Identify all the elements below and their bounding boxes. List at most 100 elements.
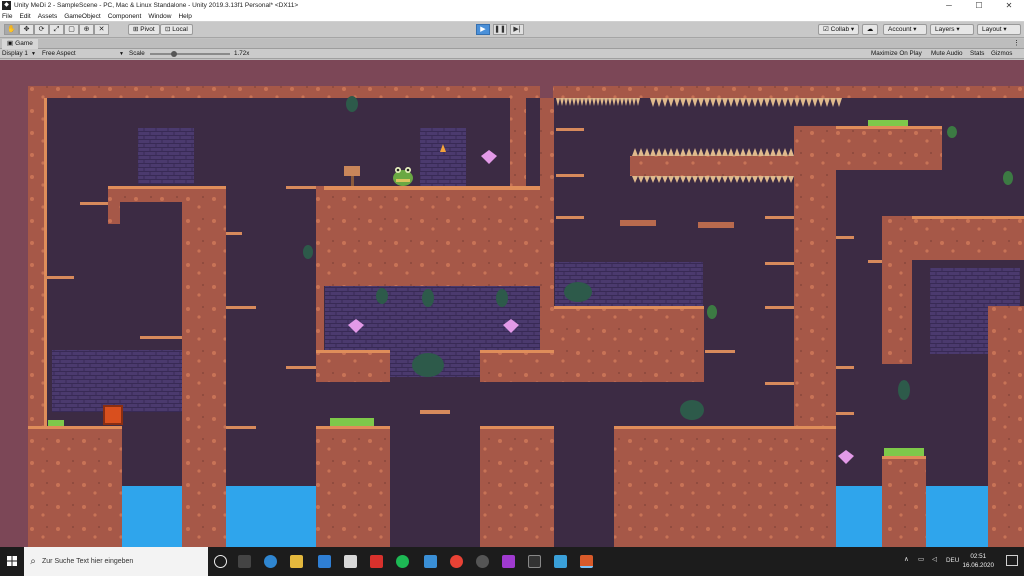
close-icon[interactable]: ✕: [994, 0, 1024, 11]
file-explorer-icon[interactable]: [290, 555, 303, 568]
scale-icon[interactable]: ⤢: [49, 24, 64, 35]
app-icon[interactable]: [554, 555, 567, 568]
app-icon[interactable]: [580, 555, 593, 568]
menu-edit[interactable]: Edit: [19, 13, 30, 20]
spiked-platform: [630, 156, 796, 176]
maximize-on-play-toggle[interactable]: Maximize On Play: [871, 50, 922, 58]
plank-platform: [226, 306, 256, 309]
water-pool: [122, 486, 182, 547]
cloud-icon[interactable]: ☁: [862, 24, 878, 35]
rock-block: [108, 202, 120, 224]
plank-platform: [420, 410, 450, 414]
collab-button[interactable]: ☑ Collab ▾: [818, 24, 860, 35]
rock-edge: [44, 98, 47, 426]
menu-assets[interactable]: Assets: [38, 13, 58, 20]
step-button[interactable]: ▶|: [510, 24, 524, 35]
taskbar-clock[interactable]: 02:51 16.06.2020: [962, 552, 994, 570]
game-view-icon: ▣: [7, 40, 14, 47]
cortana-icon[interactable]: [214, 555, 227, 568]
vine: [346, 96, 358, 112]
game-viewport[interactable]: [0, 60, 1024, 547]
taskbar: ⌕ Zur Suche Text hier eingeben ∧ ▭ ◁ DEU…: [0, 547, 1024, 576]
tab-game[interactable]: ▣ Game: [2, 39, 38, 49]
bush: [412, 353, 444, 377]
maximize-icon[interactable]: ☐: [964, 0, 994, 11]
store-icon[interactable]: [318, 555, 331, 568]
notification-icon[interactable]: [1006, 555, 1018, 566]
windows-start-icon[interactable]: [0, 547, 24, 576]
language-indicator[interactable]: DEU: [946, 557, 959, 576]
wood-platform: [698, 222, 734, 228]
local-label: Local: [172, 26, 188, 33]
ground-block: [614, 426, 836, 547]
task-view-icon[interactable]: [238, 555, 251, 568]
account-label: Account: [888, 26, 912, 33]
rect-icon[interactable]: ▢: [64, 24, 79, 35]
scale-slider-handle[interactable]: [171, 51, 177, 57]
toolbar: ✋ ✥ ⟳ ⤢ ▢ ⊕ ✕ ⊞ Pivot ⊡ Local ▶ ❚❚ ▶| ☑ …: [0, 22, 1024, 38]
mute-audio-toggle[interactable]: Mute Audio: [931, 50, 963, 58]
grass-tuft: [330, 418, 374, 426]
menu-file[interactable]: File: [2, 13, 12, 20]
hand-icon[interactable]: ✋: [4, 24, 19, 35]
custom-tool-icon[interactable]: ✕: [94, 24, 109, 35]
ground-block: [882, 456, 926, 547]
menu-help[interactable]: Help: [178, 13, 191, 20]
rock-edge: [316, 186, 554, 190]
mail-icon[interactable]: [424, 555, 437, 568]
layers-label: Layers: [935, 26, 955, 33]
app-icon[interactable]: [502, 555, 515, 568]
wooden-crate: [103, 405, 123, 425]
clock-date: 16.06.2020: [962, 562, 994, 569]
layers-dropdown[interactable]: Layers ▾: [930, 24, 974, 35]
account-dropdown[interactable]: Account ▾: [883, 24, 927, 35]
layout-dropdown[interactable]: Layout ▾: [977, 24, 1021, 35]
rock-pillar: [182, 202, 226, 547]
rock-ledge: [480, 350, 554, 382]
aspect-dropdown[interactable]: Free Aspect ▼: [42, 50, 126, 58]
rock-column: [540, 98, 554, 378]
grass-tuft: [884, 448, 924, 456]
tab-menu-icon[interactable]: ⋮: [1013, 39, 1020, 49]
move-icon[interactable]: ✥: [19, 24, 34, 35]
grass-tuft: [868, 120, 908, 126]
menu-bar: File Edit Assets GameObject Component Wi…: [0, 11, 1024, 22]
taskbar-search-box[interactable]: ⌕ Zur Suche Text hier eingeben: [24, 547, 208, 576]
chrome-icon[interactable]: [450, 555, 463, 568]
local-button[interactable]: ⊡ Local: [160, 24, 193, 35]
plank-platform: [765, 216, 795, 219]
game-tab-bar: ▣ Game ⋮: [0, 39, 1024, 49]
water-pool: [226, 486, 316, 547]
app-icon[interactable]: [476, 555, 489, 568]
scale-slider[interactable]: [150, 53, 230, 55]
brick-wall: [138, 128, 194, 184]
rotate-icon[interactable]: ⟳: [34, 24, 49, 35]
vine: [422, 289, 434, 307]
rock-ceiling: [553, 86, 1024, 98]
network-icon[interactable]: ▭: [918, 556, 924, 576]
tray-chevron-up-icon[interactable]: ∧: [904, 556, 909, 576]
minimize-icon[interactable]: ─: [934, 0, 964, 11]
stats-toggle[interactable]: Stats: [970, 50, 984, 58]
unity-taskbar-icon[interactable]: [528, 555, 541, 568]
spotify-icon[interactable]: [396, 555, 409, 568]
pivot-button[interactable]: ⊞ Pivot: [128, 24, 160, 35]
transform-icon[interactable]: ⊕: [79, 24, 94, 35]
volume-icon[interactable]: ◁: [932, 556, 937, 576]
menu-component[interactable]: Component: [108, 13, 142, 20]
app-icon[interactable]: [344, 555, 357, 568]
display-dropdown[interactable]: Display 1 ▼: [2, 50, 38, 58]
plank-platform: [226, 426, 256, 429]
play-button[interactable]: ▶: [476, 24, 490, 35]
unity-logo-icon: ◆: [2, 1, 11, 10]
edge-browser-icon[interactable]: [264, 555, 277, 568]
chevron-down-icon: ▼: [119, 51, 124, 57]
layout-label: Layout: [982, 26, 1002, 33]
menu-gameobject[interactable]: GameObject: [64, 13, 101, 20]
wood-platform: [620, 220, 656, 226]
pause-button[interactable]: ❚❚: [493, 24, 507, 35]
rock-edge: [614, 426, 836, 429]
app-icon[interactable]: [370, 555, 383, 568]
menu-window[interactable]: Window: [148, 13, 171, 20]
gizmos-dropdown[interactable]: Gizmos: [991, 50, 1012, 58]
